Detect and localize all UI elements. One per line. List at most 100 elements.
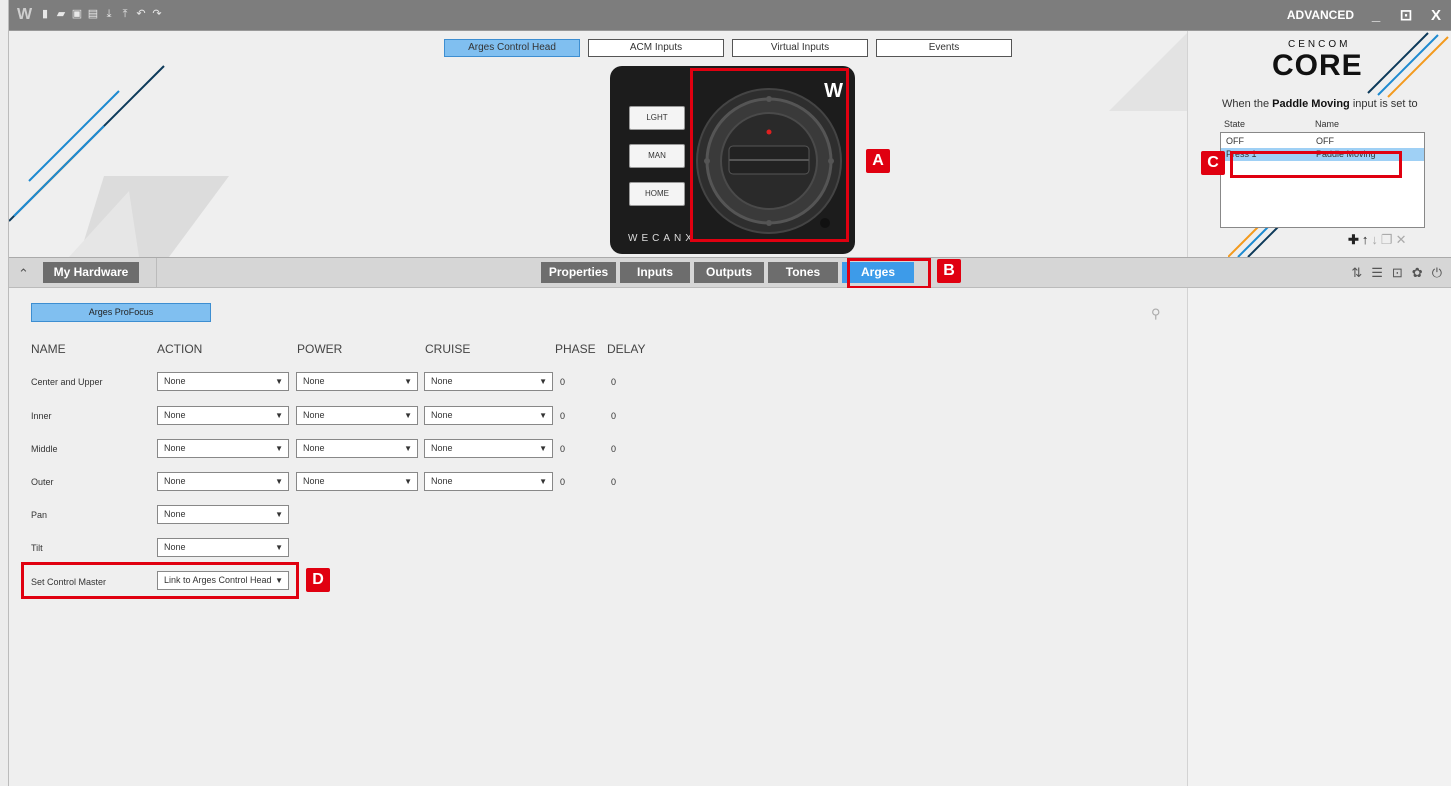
phase-value[interactable]: 0 — [560, 477, 565, 487]
sort-icon[interactable]: ⇅ — [1351, 265, 1362, 281]
device-button-lght[interactable]: LGHT — [629, 106, 685, 130]
state-row[interactable]: OFF OFF — [1221, 135, 1424, 148]
restore-button[interactable]: ⊡ — [1398, 6, 1414, 24]
row-label-middle: Middle — [31, 444, 58, 454]
new-file-icon[interactable]: ▮ — [39, 7, 51, 21]
tab-events[interactable]: Events — [876, 39, 1012, 57]
title-bar: W ▮ ▰ ▣ ▤ ⤓ ⤒ ↶ ↷ ADVANCED _ ⊡ X — [9, 0, 1451, 31]
cruise-dropdown[interactable]: None ▼ — [424, 472, 553, 491]
header-delay: DELAY — [607, 342, 646, 356]
tab-tones[interactable]: Tones — [768, 262, 838, 283]
collapse-icon[interactable]: ⌃ — [18, 266, 29, 282]
tab-virtual-inputs[interactable]: Virtual Inputs — [732, 39, 868, 57]
tab-acm-inputs[interactable]: ACM Inputs — [588, 39, 724, 57]
device-button-home[interactable]: HOME — [629, 182, 685, 206]
cruise-dropdown[interactable]: None ▼ — [424, 372, 553, 391]
input-state-panel: CENCOM CORE When the Paddle Moving input… — [1188, 31, 1451, 257]
close-button[interactable]: X — [1428, 7, 1444, 24]
delay-value[interactable]: 0 — [611, 411, 616, 421]
header-name: NAME — [31, 342, 66, 356]
save-icon[interactable]: ▣ — [71, 7, 83, 21]
download-icon[interactable]: ⤓ — [103, 7, 115, 21]
dropdown-arrow-icon: ▼ — [275, 377, 283, 386]
device-button-man[interactable]: MAN — [629, 144, 685, 168]
tab-inputs[interactable]: Inputs — [620, 262, 690, 283]
dropdown-arrow-icon: ▼ — [539, 411, 547, 420]
section-toolbar: ⌃ My Hardware Properties Inputs Outputs … — [9, 257, 1451, 289]
row-label-inner: Inner — [31, 411, 52, 421]
dropdown-arrow-icon: ▼ — [539, 477, 547, 486]
phase-value[interactable]: 0 — [560, 444, 565, 454]
power-dropdown[interactable]: None ▼ — [296, 472, 418, 491]
brand-core: CORE — [1272, 49, 1363, 82]
move-up-icon[interactable]: ↑ — [1362, 232, 1369, 248]
header-action: ACTION — [157, 342, 203, 356]
action-dropdown[interactable]: None ▼ — [157, 372, 289, 391]
my-hardware-button[interactable]: My Hardware — [43, 262, 139, 283]
tab-outputs[interactable]: Outputs — [694, 262, 764, 283]
highlight-d — [21, 562, 299, 599]
row-label-center-upper: Center and Upper — [31, 377, 103, 387]
action-dropdown[interactable]: None ▼ — [157, 505, 289, 524]
delete-icon[interactable]: ✕ — [1396, 232, 1407, 248]
action-dropdown[interactable]: None ▼ — [157, 439, 289, 458]
highlight-b — [847, 258, 931, 289]
power-dropdown[interactable]: None ▼ — [296, 406, 418, 425]
window-controls: ADVANCED _ ⊡ X — [1287, 6, 1444, 25]
tab-arges-control-head[interactable]: Arges Control Head — [444, 39, 580, 57]
dropdown-arrow-icon: ▼ — [275, 477, 283, 486]
device-brand: WECANX — [628, 233, 696, 244]
right-panel: CENCOM CORE When the Paddle Moving input… — [1187, 31, 1451, 786]
undo-icon[interactable]: ↶ — [135, 7, 147, 21]
state-list: OFF OFF Press 1 Paddle Moving — [1220, 132, 1425, 228]
mode-label[interactable]: ADVANCED — [1287, 8, 1354, 22]
redo-icon[interactable]: ↷ — [151, 7, 163, 21]
inspect-icon[interactable]: ⊡ — [1392, 265, 1403, 281]
action-dropdown[interactable]: None ▼ — [157, 406, 289, 425]
copy-icon[interactable]: ❐ — [1381, 232, 1393, 248]
decorative-stripes-bottom — [1228, 226, 1279, 257]
name-cell: OFF — [1316, 136, 1334, 146]
power-dropdown[interactable]: None ▼ — [296, 439, 418, 458]
search-icon[interactable]: ⚲ — [1151, 306, 1161, 322]
col-name: Name — [1315, 119, 1340, 129]
print-icon[interactable]: ▤ — [87, 7, 99, 21]
dropdown-arrow-icon: ▼ — [539, 377, 547, 386]
list-view-icon[interactable]: ☰ — [1371, 265, 1383, 281]
minimize-button[interactable]: _ — [1368, 7, 1384, 24]
action-dropdown[interactable]: None ▼ — [157, 472, 289, 491]
phase-value[interactable]: 0 — [560, 411, 565, 421]
header-power: POWER — [297, 342, 343, 356]
state-cell: OFF — [1226, 136, 1244, 146]
cruise-dropdown[interactable]: None ▼ — [424, 406, 553, 425]
delay-value[interactable]: 0 — [611, 444, 616, 454]
dropdown-arrow-icon: ▼ — [404, 411, 412, 420]
action-dropdown[interactable]: None ▼ — [157, 538, 289, 557]
row-label-pan: Pan — [31, 510, 48, 520]
mode-tabs: Arges Control Head ACM Inputs Virtual In… — [444, 39, 1012, 57]
power-icon[interactable]: ⏻ — [1432, 265, 1442, 281]
phase-value[interactable]: 0 — [560, 377, 565, 387]
open-folder-icon[interactable]: ▰ — [55, 7, 67, 21]
dropdown-arrow-icon: ▼ — [404, 444, 412, 453]
gear-icon[interactable]: ✿ — [1412, 265, 1423, 281]
delay-value[interactable]: 0 — [611, 377, 616, 387]
tab-arges-profocus[interactable]: Arges ProFocus — [31, 303, 211, 322]
header-cruise: CRUISE — [425, 342, 471, 356]
tab-properties[interactable]: Properties — [541, 262, 616, 283]
row-label-tilt: Tilt — [31, 543, 43, 553]
dropdown-arrow-icon: ▼ — [275, 444, 283, 453]
upload-icon[interactable]: ⤒ — [119, 7, 131, 21]
power-dropdown[interactable]: None ▼ — [296, 372, 418, 391]
add-icon[interactable]: ✚ — [1348, 232, 1359, 248]
sentence-suffix: input is set to — [1352, 98, 1418, 110]
move-down-icon[interactable]: ↓ — [1371, 232, 1378, 248]
highlight-a — [690, 68, 849, 242]
decorative-stripes-right — [1367, 32, 1449, 98]
delay-value[interactable]: 0 — [611, 477, 616, 487]
cruise-dropdown[interactable]: None ▼ — [424, 439, 553, 458]
toolbar-divider — [156, 258, 157, 289]
input-description: When the Paddle Moving input is set to — [1222, 98, 1418, 110]
dropdown-arrow-icon: ▼ — [404, 377, 412, 386]
view-tools: ⇅ ☰ ⊡ ✿ ⏻ — [1351, 265, 1442, 281]
